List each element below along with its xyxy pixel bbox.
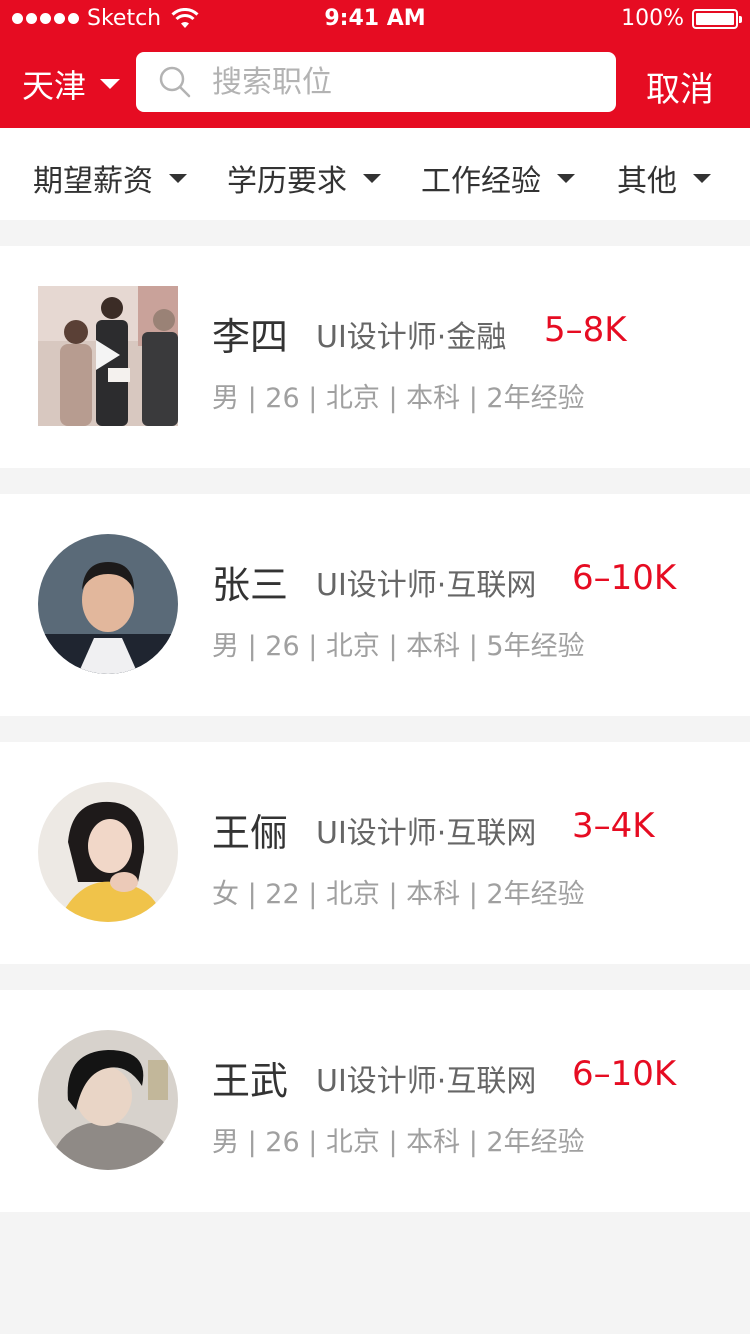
chevron-down-icon — [363, 173, 381, 183]
filter-other[interactable]: 其他 — [617, 156, 711, 200]
candidate-name: 李四 — [212, 315, 289, 359]
candidate-role: UI设计师·互联网 — [316, 1064, 537, 1099]
avatar — [38, 782, 178, 922]
filter-label: 其他 — [617, 164, 677, 199]
filter-label: 学历要求 — [227, 164, 347, 199]
candidate-meta: 女 | 22 | 北京 | 本科 | 2年经验 — [212, 879, 585, 910]
search-icon — [159, 66, 191, 98]
filter-label: 期望薪资 — [33, 164, 153, 199]
city-label: 天津 — [22, 67, 87, 105]
candidate-salary: 6–10K — [572, 1054, 677, 1094]
candidate-name: 王俪 — [212, 811, 289, 855]
play-icon — [96, 340, 120, 370]
avatar-image — [38, 1030, 178, 1170]
battery-icon — [692, 8, 742, 29]
city-selector[interactable]: 天津 — [22, 64, 121, 105]
cancel-button[interactable]: 取消 — [646, 62, 714, 111]
search-box[interactable] — [136, 52, 616, 112]
candidate-role: UI设计师·互联网 — [316, 568, 537, 603]
candidate-meta: 男 | 26 | 北京 | 本科 | 5年经验 — [212, 631, 585, 662]
candidate-name: 张三 — [212, 563, 289, 607]
battery-percent: 100% — [621, 6, 684, 31]
candidate-role: UI设计师·互联网 — [316, 816, 537, 851]
filter-bar: 期望薪资 学历要求 工作经验 其他 — [0, 128, 750, 220]
video-thumbnail[interactable] — [38, 286, 178, 426]
candidate-meta: 男 | 26 | 北京 | 本科 | 2年经验 — [212, 383, 585, 414]
status-bar: Sketch 9:41 AM 100% — [0, 0, 750, 40]
candidate-salary: 6–10K — [572, 558, 677, 598]
candidate-salary: 3–4K — [572, 806, 655, 846]
chevron-down-icon — [557, 173, 575, 183]
candidate-name: 王武 — [212, 1059, 289, 1103]
candidate-role: UI设计师·金融 — [316, 320, 507, 355]
filter-experience[interactable]: 工作经验 — [421, 156, 575, 200]
avatar — [38, 534, 178, 674]
top-header: Sketch 9:41 AM 100% 天津 取消 — [0, 0, 750, 128]
candidate-meta: 男 | 26 | 北京 | 本科 | 2年经验 — [212, 1127, 585, 1158]
filter-salary[interactable]: 期望薪资 — [33, 156, 187, 200]
avatar — [38, 1030, 178, 1170]
candidate-salary: 5–8K — [544, 310, 627, 350]
candidate-card[interactable]: 李四 UI设计师·金融 5–8K 男 | 26 | 北京 | 本科 | 2年经验 — [0, 246, 750, 468]
candidate-card[interactable]: 王武 UI设计师·互联网 6–10K 男 | 26 | 北京 | 本科 | 2年… — [0, 990, 750, 1212]
search-input[interactable] — [212, 64, 592, 100]
avatar-image — [38, 534, 178, 674]
chevron-down-icon — [100, 79, 121, 89]
candidate-card[interactable]: 王俪 UI设计师·互联网 3–4K 女 | 22 | 北京 | 本科 | 2年经… — [0, 742, 750, 964]
chevron-down-icon — [169, 173, 187, 183]
candidate-card[interactable]: 张三 UI设计师·互联网 6–10K 男 | 26 | 北京 | 本科 | 5年… — [0, 494, 750, 716]
battery-group: 100% — [621, 6, 742, 31]
filter-label: 工作经验 — [421, 164, 541, 199]
filter-education[interactable]: 学历要求 — [227, 156, 381, 200]
avatar-image — [38, 782, 178, 922]
chevron-down-icon — [693, 173, 711, 183]
